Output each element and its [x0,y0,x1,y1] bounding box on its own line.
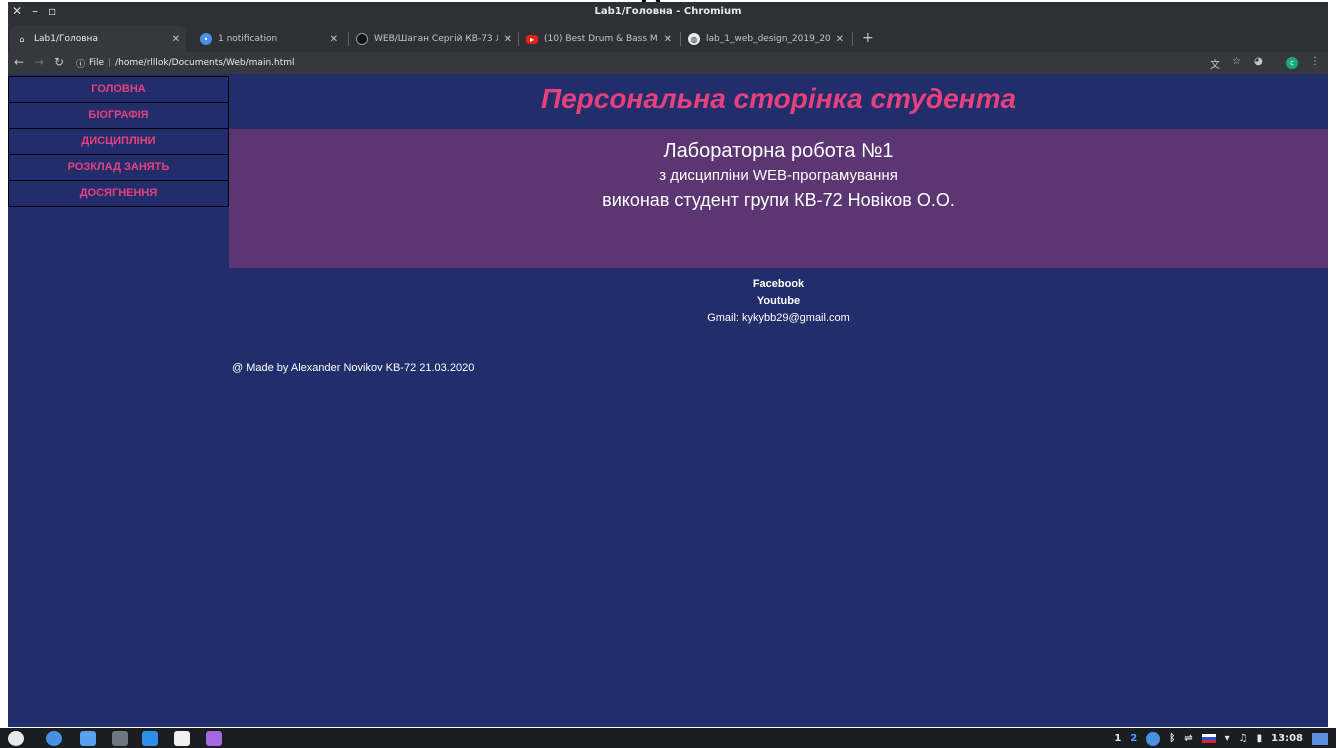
text-editor-icon[interactable] [174,731,190,746]
chromium-tray-icon[interactable] [1146,731,1161,746]
system-tray: 1 2 ᛒ ⇌ ▾ ♫ ▮ 13:08 [1114,731,1328,746]
tab-separator [348,32,349,46]
page-viewport: ГОЛОВНА БІОГРАФІЯ ДИСЦИПЛІНИ РОЗКЛАД ЗАН… [8,74,1328,727]
info-icon[interactable]: ⓘ [76,57,85,70]
lab-subtitle: з дисципліни WEB-програмування [659,167,898,184]
workspace-2[interactable]: 2 [1130,733,1137,744]
close-tab-icon[interactable]: ✕ [504,34,512,45]
site-title: Персональна сторінка студента [540,83,1017,114]
chromium-icon[interactable] [46,731,62,746]
terminal-icon[interactable] [112,731,128,746]
translate-icon[interactable]: 文 [1210,56,1220,71]
bookmark-star-icon[interactable]: ☆ [1232,56,1241,67]
tab-separator [852,32,853,46]
menu-item-disciplines[interactable]: ДИСЦИПЛІНИ [8,128,229,155]
footer-credit: @ Made by Alexander Novikov KB-72 21.03.… [232,362,475,374]
network-icon[interactable]: ⇌ [1184,733,1192,744]
close-tab-icon[interactable]: ✕ [664,34,672,45]
keyboard-layout-flag-icon[interactable] [1201,734,1216,743]
menu-item-schedule[interactable]: РОЗКЛАД ЗАНЯТЬ [8,154,229,181]
address-bar[interactable]: ⓘ File | /home/rlllok/Documents/Web/main… [76,54,295,72]
youtube-link[interactable]: Youtube [229,293,1328,310]
facebook-link[interactable]: Facebook [229,276,1328,293]
wifi-icon[interactable]: ▾ [1225,733,1230,744]
tab-lab1-home[interactable]: ⌂ Lab1/Головна ✕ [10,26,186,52]
tab-label: (10) Best Drum & Bass Mi [544,34,658,44]
tab-lab1-design[interactable]: ◍ lab_1_web_design_2019_202 ✕ [682,26,850,52]
contact-links: Facebook Youtube Gmail: kykybb29@gmail.c… [229,276,1328,327]
site-header: Персональна сторінка студента [229,74,1328,129]
show-desktop-button[interactable] [1312,732,1328,745]
extension-icon[interactable]: ◕ [1254,56,1263,67]
profile-avatar-icon[interactable]: c [1286,57,1298,69]
screenshot-tool-icon[interactable] [206,731,222,746]
vscode-icon[interactable] [142,731,158,746]
gmail-contact: Gmail: kykybb29@gmail.com [707,312,850,324]
globe-icon: ◍ [688,33,700,45]
tab-github[interactable]: WEB/Шаган Сергій КВ-73 Ла ✕ [350,26,518,52]
tab-label: 1 notification [218,34,278,44]
file-manager-icon[interactable] [80,731,96,746]
tab-notification[interactable]: • 1 notification ✕ [194,26,344,52]
notification-icon: • [200,33,212,45]
menu-kebab-icon[interactable]: ⋮ [1310,56,1320,67]
battery-icon[interactable]: ▮ [1257,733,1263,744]
close-tab-icon[interactable]: ✕ [836,34,844,45]
lab-author: виконав студент групи КВ-72 Новіков О.О. [602,190,955,210]
tab-label: Lab1/Головна [34,34,98,44]
tab-label: lab_1_web_design_2019_202 [706,34,830,44]
tab-strip: ⌂ Lab1/Головна ✕ • 1 notification ✕ WEB/… [8,22,1328,52]
reload-icon[interactable]: ↻ [54,55,64,69]
close-tab-icon[interactable]: ✕ [330,34,338,45]
workspace-1[interactable]: 1 [1114,733,1121,744]
tab-separator [518,32,519,46]
url-text: /home/rlllok/Documents/Web/main.html [115,58,295,68]
tab-youtube[interactable]: ▸ (10) Best Drum & Bass Mi ✕ [520,26,678,52]
github-icon [356,33,368,45]
forward-arrow-icon[interactable]: → [34,55,44,69]
browser-toolbar: ← → ↻ ⓘ File | /home/rlllok/Documents/We… [8,52,1328,74]
menu-item-biography[interactable]: БІОГРАФІЯ [8,102,229,129]
protocol-label: File [89,58,105,68]
tab-separator [680,32,681,46]
bluetooth-icon[interactable]: ᛒ [1169,733,1175,744]
tab-label: WEB/Шаган Сергій КВ-73 Ла [374,34,498,44]
volume-icon[interactable]: ♫ [1239,733,1248,744]
lab-info-panel: Лабораторна робота №1 з дисципліни WEB-п… [229,129,1328,268]
back-arrow-icon[interactable]: ← [14,55,24,69]
menu-item-achievements[interactable]: ДОСЯГНЕННЯ [8,180,229,207]
desktop-taskbar: 1 2 ᛒ ⇌ ▾ ♫ ▮ 13:08 [0,728,1336,748]
youtube-icon: ▸ [526,34,538,44]
new-tab-button[interactable]: + [862,30,874,46]
close-tab-icon[interactable]: ✕ [172,34,180,45]
window-title: Lab1/Головна - Chromium [594,6,742,17]
menu-item-home[interactable]: ГОЛОВНА [8,76,229,103]
home-icon: ⌂ [19,34,25,44]
lab-title: Лабораторна робота №1 [663,140,894,162]
side-menu: ГОЛОВНА БІОГРАФІЯ ДИСЦИПЛІНИ РОЗКЛАД ЗАН… [8,76,229,207]
window-titlebar: ✕ – ▫ Lab1/Головна - Chromium [8,2,1328,22]
address-separator: | [108,58,112,68]
app-launcher-icon[interactable] [8,731,24,746]
clock[interactable]: 13:08 [1271,733,1303,744]
